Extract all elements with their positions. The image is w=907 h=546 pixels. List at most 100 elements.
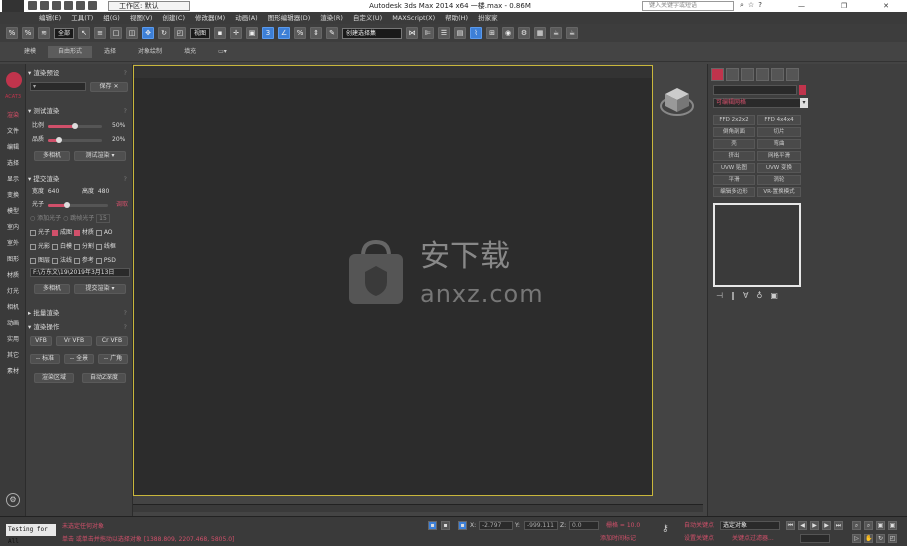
app-menu-icon[interactable] <box>2 0 24 12</box>
checkbox[interactable] <box>30 243 36 250</box>
menu-graph-editors[interactable]: 图形编辑器(D) <box>263 12 316 24</box>
graphite-toggle-icon[interactable]: ▤ <box>454 27 467 39</box>
checkbox[interactable] <box>73 243 80 250</box>
check-wireframe[interactable]: 线框 <box>95 243 116 250</box>
utilities-tab-icon[interactable] <box>786 68 799 81</box>
sidebar-item-interior[interactable]: 室内 <box>2 222 24 231</box>
render-setup-icon[interactable]: ⚙ <box>518 27 531 39</box>
open-file-icon[interactable] <box>40 1 49 10</box>
mod-button-extrude[interactable]: 挤出 <box>713 151 755 161</box>
ribbon-options-icon[interactable]: ▭▾ <box>208 46 237 58</box>
photon-slider[interactable] <box>48 202 108 208</box>
check-layer[interactable]: 图层 <box>30 257 50 264</box>
mod-button-slice[interactable]: 切片 <box>757 127 801 137</box>
sidebar-item-assets[interactable]: 素材 <box>2 366 24 375</box>
mod-button-uvw-xform[interactable]: UVW 变换 <box>757 163 801 173</box>
sidebar-item-display[interactable]: 显示 <box>2 174 24 183</box>
spinner-snap-icon[interactable]: ⇕ <box>310 27 323 39</box>
save-preset-button[interactable]: 保存 ✕ <box>90 82 128 92</box>
checkbox[interactable] <box>95 257 102 264</box>
photon-frames-input[interactable]: 15 <box>96 214 110 223</box>
sidebar-item-utility[interactable]: 实用 <box>2 334 24 343</box>
sidebar-item-file[interactable]: 文件 <box>2 126 24 135</box>
lock-selection-icon[interactable]: ▪ <box>428 521 437 530</box>
ribbon-tab-populate[interactable]: 填充 <box>174 46 206 58</box>
x-coord-field[interactable]: -2.797 <box>479 521 513 530</box>
menu-customize[interactable]: 自定义(U) <box>348 12 387 24</box>
curve-editor-icon[interactable]: ⌇ <box>470 27 483 39</box>
mod-button-ffd2[interactable]: FFD 2x2x2 <box>713 115 755 125</box>
mod-button-smooth[interactable]: 平滑 <box>713 175 755 185</box>
slider-knob[interactable] <box>56 137 62 143</box>
goto-start-icon[interactable]: ⏮ <box>786 521 795 530</box>
zoom-extents-icon[interactable]: ▣ <box>876 521 885 530</box>
sidebar-item-light[interactable]: 灯光 <box>2 286 24 295</box>
set-key-label[interactable]: 设置关键点 <box>684 534 714 543</box>
star-icon[interactable]: ☆ <box>748 1 754 11</box>
quality-slider[interactable] <box>48 137 102 143</box>
select-rotate-icon[interactable]: ↻ <box>158 27 171 39</box>
remove-modifier-icon[interactable]: ♁ <box>756 291 762 301</box>
menu-group[interactable]: 组(G) <box>98 12 125 24</box>
next-frame-icon[interactable]: ▶ <box>822 521 831 530</box>
checkbox[interactable] <box>51 243 58 250</box>
check-clay[interactable]: 白模 <box>51 243 72 250</box>
menu-modifiers[interactable]: 修改器(M) <box>190 12 230 24</box>
selected-object-dropdown[interactable]: 选定对象 <box>720 521 780 530</box>
sidebar-item-select[interactable]: 选择 <box>2 158 24 167</box>
help-icon[interactable]: ? <box>124 68 127 78</box>
checkbox[interactable] <box>51 229 58 236</box>
object-color-swatch[interactable] <box>799 85 806 95</box>
viewcube-icon[interactable] <box>658 82 696 120</box>
menu-help[interactable]: 帮助(H) <box>440 12 473 24</box>
mod-button-ffd4[interactable]: FFD 4x4x4 <box>757 115 801 125</box>
menu-animation[interactable]: 动画(A) <box>230 12 263 24</box>
select-scale-icon[interactable]: ◰ <box>174 27 187 39</box>
create-tab-icon[interactable] <box>711 68 724 81</box>
zoom-extents-all-icon[interactable]: ▣ <box>888 521 897 530</box>
mod-button-bevel-profile[interactable]: 倒角剖面 <box>713 127 755 137</box>
align-icon[interactable]: ⊫ <box>422 27 435 39</box>
modify-tab-icon[interactable] <box>726 68 739 81</box>
sidebar-item-exterior[interactable]: 室外 <box>2 238 24 247</box>
ribbon-tab-freeform[interactable]: 自由形式 <box>48 46 93 58</box>
mirror-icon[interactable]: ⋈ <box>406 27 419 39</box>
check-psd[interactable]: PSD <box>95 257 116 264</box>
maximize-button[interactable]: ❐ <box>841 2 847 10</box>
absolute-mode-icon[interactable]: ▪ <box>458 521 467 530</box>
named-selection-dropdown[interactable]: 创建选择集 <box>342 27 403 39</box>
mod-button-edit-poly[interactable]: 编辑多边形 <box>713 187 755 197</box>
section-render-ops[interactable]: ▾ 渲染操作? <box>28 322 129 332</box>
object-name-field[interactable] <box>713 85 797 95</box>
selection-lock-icon[interactable]: ▪ <box>441 521 450 530</box>
select-by-name-icon[interactable]: ≡ <box>94 27 107 39</box>
help-search-input[interactable]: 键入关键字或短语 <box>642 1 734 11</box>
window-crossing-icon[interactable]: ◫ <box>126 27 139 39</box>
link-icon[interactable]: % <box>6 27 18 39</box>
sidebar-item-render[interactable]: 渲染 <box>2 110 24 119</box>
select-move-icon[interactable]: ✥ <box>142 27 155 39</box>
rendered-frame-icon[interactable]: ▦ <box>534 27 547 39</box>
check-material[interactable]: 材质 <box>73 229 94 236</box>
multi-camera-button-2[interactable]: 多相机 <box>34 284 70 294</box>
schematic-view-icon[interactable]: ⊞ <box>486 27 499 39</box>
check-normal[interactable]: 法线 <box>51 257 72 264</box>
menu-rendering[interactable]: 渲染(R) <box>315 12 348 24</box>
render-iterative-icon[interactable]: ☕ <box>566 27 579 39</box>
vr-vfb-button[interactable]: Vr VFB <box>56 336 92 346</box>
angle-snap-icon[interactable]: ∠ <box>278 27 291 39</box>
bind-space-warp-icon[interactable]: ≋ <box>38 27 50 39</box>
slider-knob[interactable] <box>64 202 70 208</box>
panorama-camera-button[interactable]: -- 全景 <box>64 354 94 364</box>
percent-snap-icon[interactable]: % <box>294 27 307 39</box>
save-file-icon[interactable] <box>52 1 61 10</box>
workspace-dropdown[interactable]: 工作区: 默认 <box>108 1 190 11</box>
configure-sets-icon[interactable]: ▣ <box>770 291 778 301</box>
make-unique-icon[interactable]: ∀ <box>743 291 748 301</box>
menu-create[interactable]: 创建(C) <box>157 12 190 24</box>
vfb-button[interactable]: VFB <box>30 336 52 346</box>
hierarchy-tab-icon[interactable] <box>741 68 754 81</box>
mod-button-shell[interactable]: 壳 <box>713 139 755 149</box>
sidebar-item-animation[interactable]: 动画 <box>2 318 24 327</box>
section-submit-render[interactable]: ▾ 提交渲染? <box>28 174 129 184</box>
